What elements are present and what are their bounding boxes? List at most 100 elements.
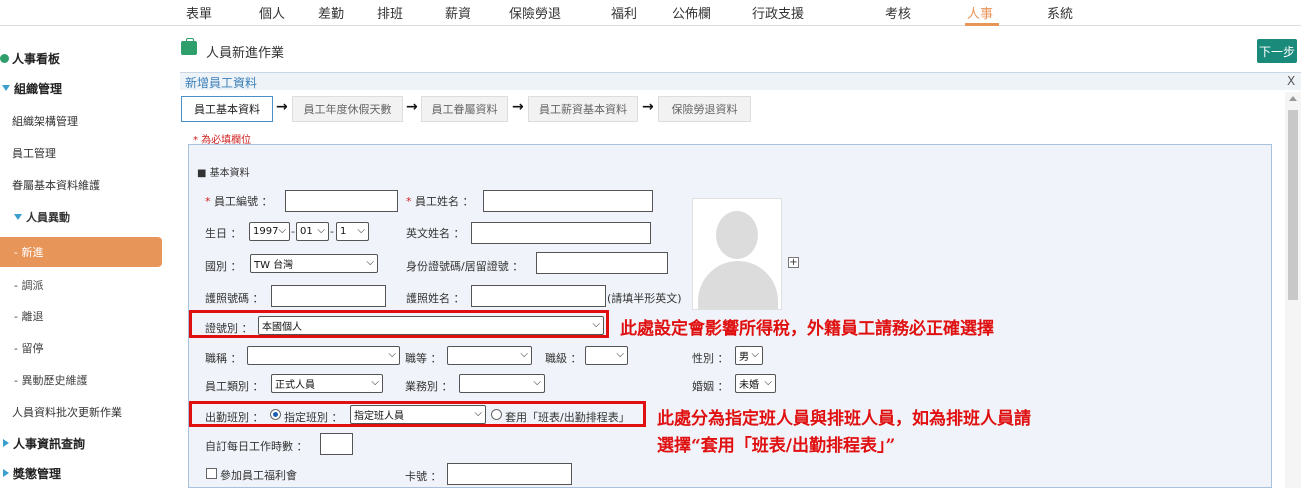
- step-dependents[interactable]: 員工眷屬資料: [421, 96, 508, 122]
- sidebar-item-suspend[interactable]: - 留停: [0, 333, 162, 363]
- arrow-icon: →: [406, 99, 418, 115]
- daily-hours-label: 自訂每日工作時數 ：: [205, 440, 308, 453]
- sidebar-item-org-mgmt[interactable]: 組織管理: [0, 73, 162, 103]
- sidebar-item-org-structure[interactable]: 組織架構管理: [0, 106, 162, 136]
- emp-no-input[interactable]: [285, 190, 398, 212]
- emp-name-input[interactable]: [483, 190, 653, 212]
- nav-scheduling[interactable]: 排班: [377, 3, 403, 22]
- active-tab-underline: [965, 23, 999, 26]
- sidebar-item-emp-mgmt[interactable]: 員工管理: [0, 138, 162, 168]
- marital-label: 婚姻 ：: [692, 380, 729, 393]
- add-photo-icon[interactable]: +: [788, 257, 799, 268]
- top-navigation: 表單 個人 差勤 排班 薪資 保險勞退 福利 公佈欄 行政支援 考核 人事 系統: [0, 0, 1301, 26]
- annotation-tax-note: 此處設定會影響所得稅，外籍員工請務必正確選擇: [620, 319, 994, 339]
- arrow-icon: →: [276, 99, 288, 115]
- chevron-down-icon: ⌵: [388, 349, 396, 360]
- title-select[interactable]: ⌵: [247, 346, 400, 365]
- passport-no-label: 護照號碼 ：: [205, 292, 264, 305]
- section-header: [180, 72, 1301, 90]
- annotation-shift-note-1: 此處分為指定班人員與排班人員，如為排班人員請: [657, 409, 1031, 429]
- shift-schedule-radio[interactable]: [491, 409, 502, 420]
- passport-no-input[interactable]: [271, 285, 386, 307]
- grade-select[interactable]: ⌵: [447, 346, 532, 365]
- id-no-input[interactable]: [536, 252, 668, 274]
- passport-name-input[interactable]: [471, 285, 606, 307]
- nav-bulletin[interactable]: 公佈欄: [672, 3, 711, 22]
- scroll-up-icon[interactable]: [1289, 96, 1297, 101]
- arrow-icon: →: [642, 99, 654, 115]
- chevron-down-icon: ⌵: [371, 377, 379, 388]
- nav-forms[interactable]: 表單: [186, 3, 212, 22]
- section-title: 新增員工資料: [185, 76, 258, 90]
- en-name-input[interactable]: [471, 222, 651, 244]
- nav-hr[interactable]: 人事: [967, 3, 993, 22]
- photo-placeholder[interactable]: [692, 198, 782, 310]
- collapsed-icon: [3, 469, 9, 477]
- sidebar-item-personnel-change[interactable]: 人員異動: [0, 202, 162, 232]
- nationality-select[interactable]: TW 台灣 ⌵: [250, 254, 378, 273]
- step-annual-leave[interactable]: 員工年度休假天數: [292, 96, 403, 122]
- gender-select[interactable]: 男 ⌵: [735, 346, 763, 365]
- id-type-label: 證號別 ：: [205, 322, 253, 335]
- step-salary[interactable]: 員工薪資基本資料: [528, 96, 638, 122]
- nav-insurance[interactable]: 保險勞退: [509, 3, 561, 22]
- marital-select[interactable]: 未婚 ⌵: [735, 374, 776, 393]
- group-label: ■ 基本資料: [197, 168, 250, 179]
- step-basic-info[interactable]: 員工基本資料: [181, 96, 273, 122]
- sidebar: 人事看板 組織管理 組織架構管理 員工管理 眷屬基本資料維護 人員異動 - 新進…: [0, 36, 162, 488]
- scrollbar-thumb[interactable]: [1288, 110, 1298, 300]
- en-name-label: 英文姓名 ：: [406, 227, 465, 240]
- birth-month-select[interactable]: 01 ⌵: [296, 222, 329, 241]
- sidebar-item-leave[interactable]: - 離退: [0, 301, 162, 331]
- nav-attendance[interactable]: 差勤: [318, 3, 344, 22]
- chevron-down-icon: ⌵: [520, 349, 528, 360]
- next-step-button[interactable]: 下一步: [1257, 39, 1297, 63]
- sidebar-item-reward[interactable]: 獎懲管理: [0, 458, 162, 488]
- chevron-down-icon: ⌵: [357, 225, 365, 236]
- business-select[interactable]: ⌵: [459, 374, 545, 393]
- sidebar-item-history[interactable]: - 異動歷史維護: [0, 365, 162, 395]
- chevron-down-icon: ⌵: [533, 377, 541, 388]
- emp-type-select[interactable]: 正式人員 ⌵: [271, 374, 383, 393]
- nav-personal[interactable]: 個人: [259, 3, 285, 22]
- nav-evaluation[interactable]: 考核: [885, 3, 911, 22]
- shift-schedule-label: 套用「班表/出勤排程表」: [505, 411, 630, 424]
- birth-year-select[interactable]: 1997 ⌵: [249, 222, 290, 241]
- sidebar-item-hr-query[interactable]: 人事資訊查詢: [0, 428, 162, 458]
- sidebar-item-transfer[interactable]: - 調派: [0, 270, 162, 300]
- business-label: 業務別 ：: [405, 380, 453, 393]
- emp-name-label: * 員工姓名 ：: [406, 195, 474, 208]
- chevron-down-icon: ⌵: [764, 377, 772, 388]
- chevron-down-icon: ⌵: [592, 319, 600, 330]
- shift-fixed-select[interactable]: 指定班人員 ⌵: [350, 405, 486, 424]
- page-title: 人員新進作業: [206, 46, 285, 61]
- expand-icon: [14, 214, 22, 220]
- sidebar-item-rank-basic[interactable]: 眷屬基本資料維護: [0, 170, 162, 200]
- gender-label: 性別 ：: [692, 352, 729, 365]
- shift-fixed-radio[interactable]: [270, 409, 281, 420]
- sidebar-item-batch-update[interactable]: 人員資料批次更新作業: [0, 397, 162, 427]
- nav-admin-support[interactable]: 行政支援: [752, 3, 804, 22]
- close-icon[interactable]: X: [1287, 74, 1295, 88]
- birthday-label: 生日 ：: [205, 227, 242, 240]
- daily-hours-input[interactable]: [320, 433, 353, 455]
- chevron-down-icon: ⌵: [278, 225, 286, 236]
- id-type-select[interactable]: 本國個人 ⌵: [258, 316, 604, 335]
- card-no-label: 卡號 ：: [405, 470, 442, 483]
- title-label: 職稱 ：: [205, 352, 242, 365]
- nav-welfare[interactable]: 福利: [611, 3, 637, 22]
- avatar-body: [698, 261, 778, 309]
- nav-payroll[interactable]: 薪資: [445, 3, 471, 22]
- sidebar-item-dashboard[interactable]: 人事看板: [0, 43, 162, 73]
- step-insurance[interactable]: 保險勞退資料: [658, 96, 751, 122]
- nav-system[interactable]: 系統: [1047, 3, 1073, 22]
- scrollbar[interactable]: [1285, 92, 1301, 488]
- card-no-input[interactable]: [447, 463, 572, 485]
- birth-day-select[interactable]: 1 ⌵: [336, 222, 369, 241]
- passport-name-label: 護照姓名 ：: [406, 292, 465, 305]
- shift-label: 出勤班別 ：: [205, 411, 264, 424]
- sidebar-item-new[interactable]: - 新進: [0, 237, 162, 267]
- level-select[interactable]: ⌵: [585, 346, 628, 365]
- arrow-icon: →: [512, 99, 524, 115]
- welfare-checkbox[interactable]: [206, 468, 217, 479]
